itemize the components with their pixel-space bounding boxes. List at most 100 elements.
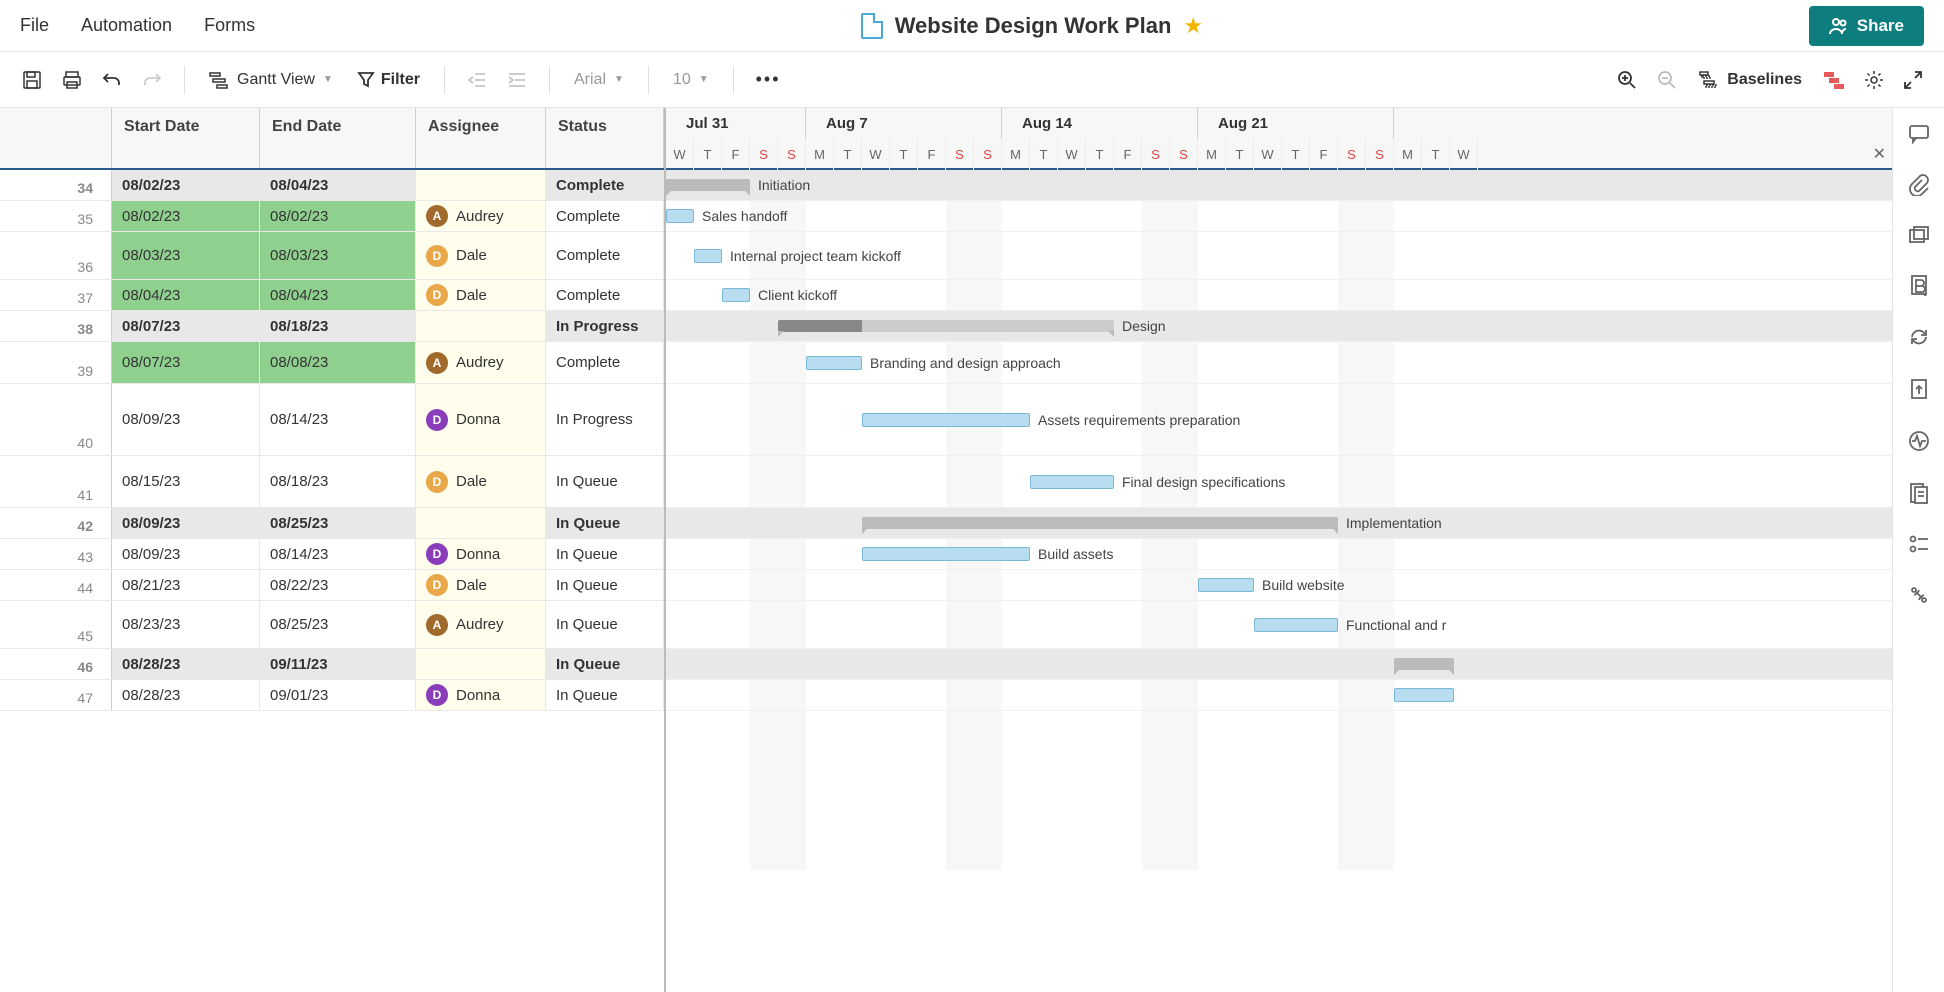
refresh-button[interactable] <box>1904 322 1934 352</box>
cell-end-date[interactable]: 08/18/23 <box>260 311 416 341</box>
font-size-selector[interactable]: 10 ▼ <box>663 65 719 95</box>
undo-button[interactable] <box>94 62 130 98</box>
cell-assignee[interactable]: DDale <box>416 232 546 279</box>
gantt-row[interactable]: Build website <box>666 570 1892 601</box>
col-assignee[interactable]: Assignee <box>416 108 546 168</box>
cell-assignee[interactable]: AAudrey <box>416 201 546 231</box>
table-row[interactable]: 39 08/07/23 08/08/23 AAudrey Complete <box>0 342 664 384</box>
table-row[interactable]: 43 08/09/23 08/14/23 DDonna In Queue <box>0 539 664 570</box>
expand-button[interactable] <box>1896 63 1930 97</box>
table-row[interactable]: 47 08/28/23 09/01/23 DDonna In Queue <box>0 680 664 711</box>
zoom-in-button[interactable] <box>1609 62 1645 98</box>
cell-end-date[interactable]: 08/25/23 <box>260 601 416 648</box>
cell-status[interactable]: Complete <box>546 232 664 279</box>
cell-status[interactable]: Complete <box>546 342 664 383</box>
redo-button[interactable] <box>134 62 170 98</box>
cell-status[interactable]: In Queue <box>546 601 664 648</box>
cell-end-date[interactable]: 08/04/23 <box>260 170 416 200</box>
cell-status[interactable]: In Queue <box>546 539 664 569</box>
menu-file[interactable]: File <box>20 15 49 36</box>
cell-end-date[interactable]: 08/03/23 <box>260 232 416 279</box>
outdent-button[interactable] <box>459 64 495 96</box>
gantt-bar[interactable] <box>694 249 722 263</box>
col-status[interactable]: Status <box>546 108 664 168</box>
gantt-bar[interactable] <box>666 179 750 191</box>
table-row[interactable]: 45 08/23/23 08/25/23 AAudrey In Queue <box>0 601 664 649</box>
table-row[interactable]: 35 08/02/23 08/02/23 AAudrey Complete <box>0 201 664 232</box>
table-row[interactable]: 44 08/21/23 08/22/23 DDale In Queue <box>0 570 664 601</box>
gantt-bar[interactable] <box>1254 618 1338 632</box>
zoom-out-button[interactable] <box>1649 62 1685 98</box>
critical-path-button[interactable] <box>1816 63 1852 97</box>
table-row[interactable]: 42 08/09/23 08/25/23 In Queue <box>0 508 664 539</box>
cell-assignee[interactable] <box>416 170 546 200</box>
table-row[interactable]: 38 08/07/23 08/18/23 In Progress <box>0 311 664 342</box>
cell-status[interactable]: In Queue <box>546 508 664 538</box>
cell-start-date[interactable]: 08/09/23 <box>112 539 260 569</box>
cell-start-date[interactable]: 08/03/23 <box>112 232 260 279</box>
gantt-bar[interactable] <box>1030 475 1114 489</box>
table-row[interactable]: 40 08/09/23 08/14/23 DDonna In Progress <box>0 384 664 456</box>
brandfolder-button[interactable] <box>1905 270 1933 300</box>
cell-start-date[interactable]: 08/07/23 <box>112 311 260 341</box>
table-row[interactable]: 36 08/03/23 08/03/23 DDale Complete <box>0 232 664 280</box>
cell-start-date[interactable]: 08/02/23 <box>112 201 260 231</box>
col-start-date[interactable]: Start Date <box>112 108 260 168</box>
cell-end-date[interactable]: 08/02/23 <box>260 201 416 231</box>
connections-button[interactable] <box>1904 580 1934 610</box>
cell-status[interactable]: In Queue <box>546 680 664 710</box>
cell-end-date[interactable]: 08/22/23 <box>260 570 416 600</box>
cell-status[interactable]: In Queue <box>546 570 664 600</box>
cell-end-date[interactable]: 08/18/23 <box>260 456 416 507</box>
cell-status[interactable]: Complete <box>546 170 664 200</box>
cell-end-date[interactable]: 08/14/23 <box>260 384 416 455</box>
gantt-bar[interactable] <box>1394 688 1454 702</box>
gantt-row[interactable]: Final design specifications <box>666 456 1892 508</box>
cell-status[interactable]: Complete <box>546 201 664 231</box>
attachments-button[interactable] <box>1904 170 1934 200</box>
cell-end-date[interactable]: 08/25/23 <box>260 508 416 538</box>
cell-end-date[interactable]: 09/11/23 <box>260 649 416 679</box>
resource-button[interactable] <box>1904 530 1934 558</box>
col-end-date[interactable]: End Date <box>260 108 416 168</box>
cell-start-date[interactable]: 08/02/23 <box>112 170 260 200</box>
cell-start-date[interactable]: 08/07/23 <box>112 342 260 383</box>
cell-start-date[interactable]: 08/09/23 <box>112 508 260 538</box>
indent-button[interactable] <box>499 64 535 96</box>
cell-status[interactable]: In Queue <box>546 456 664 507</box>
menu-automation[interactable]: Automation <box>81 15 172 36</box>
cell-assignee[interactable]: DDonna <box>416 680 546 710</box>
activity-button[interactable] <box>1904 426 1934 456</box>
cell-start-date[interactable]: 08/28/23 <box>112 680 260 710</box>
summary-button[interactable] <box>1905 478 1933 508</box>
cell-start-date[interactable]: 08/23/23 <box>112 601 260 648</box>
gantt-bar[interactable] <box>1394 658 1454 670</box>
cell-status[interactable]: In Progress <box>546 311 664 341</box>
gantt-bar[interactable] <box>862 517 1338 529</box>
save-button[interactable] <box>14 62 50 98</box>
font-selector[interactable]: Arial ▼ <box>564 65 634 95</box>
cell-status[interactable]: In Progress <box>546 384 664 455</box>
gantt-bar[interactable] <box>778 320 1114 332</box>
baselines-button[interactable]: Baselines <box>1689 65 1812 95</box>
more-button[interactable]: ••• <box>748 61 789 98</box>
comments-button[interactable] <box>1904 120 1934 148</box>
cell-assignee[interactable]: DDale <box>416 456 546 507</box>
view-selector[interactable]: Gantt View ▼ <box>199 65 343 95</box>
gantt-bar[interactable] <box>1198 578 1254 592</box>
cell-end-date[interactable]: 09/01/23 <box>260 680 416 710</box>
gantt-row[interactable]: Internal project team kickoff <box>666 232 1892 280</box>
cell-assignee[interactable]: DDale <box>416 280 546 310</box>
star-icon[interactable]: ★ <box>1183 13 1203 39</box>
cell-end-date[interactable]: 08/14/23 <box>260 539 416 569</box>
cell-status[interactable]: In Queue <box>546 649 664 679</box>
table-row[interactable]: 37 08/04/23 08/04/23 DDale Complete <box>0 280 664 311</box>
gantt-row[interactable] <box>666 649 1892 680</box>
share-button[interactable]: Share <box>1809 6 1924 46</box>
cell-assignee[interactable]: AAudrey <box>416 342 546 383</box>
table-row[interactable]: 46 08/28/23 09/11/23 In Queue <box>0 649 664 680</box>
cell-assignee[interactable]: DDonna <box>416 384 546 455</box>
gantt-bar[interactable] <box>666 209 694 223</box>
filter-button[interactable]: Filter <box>347 65 430 95</box>
gantt-bar[interactable] <box>862 547 1030 561</box>
